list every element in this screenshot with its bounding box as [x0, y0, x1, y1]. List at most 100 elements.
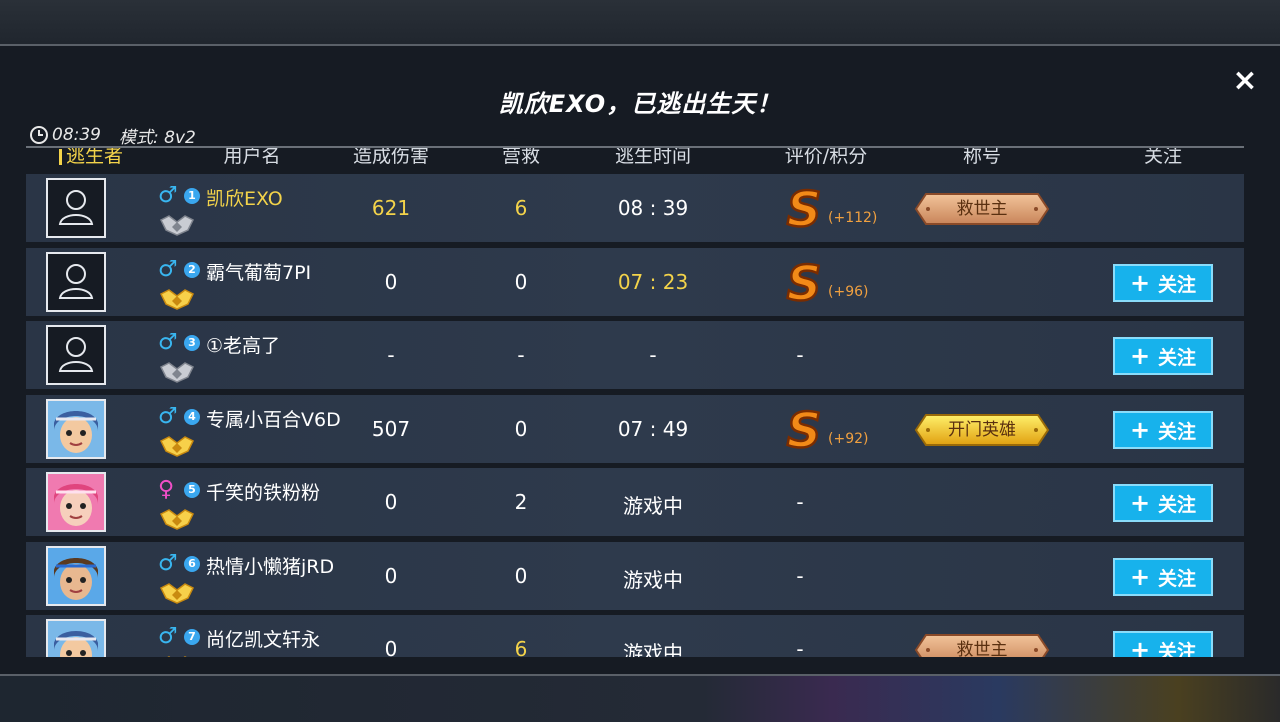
grade-value: -	[796, 343, 804, 367]
match-time: 08:39	[52, 125, 101, 145]
avatar[interactable]	[46, 619, 106, 657]
header-rescue: 营救	[501, 146, 540, 167]
follow-label: 关注	[1158, 420, 1197, 443]
plus-icon: +	[1129, 489, 1151, 517]
avatar[interactable]	[46, 325, 106, 385]
header-username: 用户名	[223, 146, 281, 167]
follow-label: 关注	[1158, 640, 1197, 658]
svg-text:S: S	[787, 184, 822, 232]
honor-title-badge: 开门英雄	[914, 413, 1050, 447]
damage-value: 0	[384, 270, 398, 294]
male-icon: ♂	[158, 404, 178, 429]
username[interactable]: 热情小懒猪jRD	[206, 552, 334, 579]
rank-badge: 3	[184, 335, 200, 351]
male-icon: ♂	[158, 551, 178, 576]
rescue-value: 0	[514, 417, 528, 441]
damage-value: -	[387, 343, 395, 367]
follow-button[interactable]: + 关注	[1113, 411, 1213, 449]
grade-value: -	[796, 637, 804, 657]
honor-title-text: 开门英雄	[948, 420, 1016, 440]
damage-value: 0	[384, 564, 398, 588]
avatar[interactable]	[46, 178, 106, 238]
s-grade-icon: S	[778, 181, 830, 240]
username[interactable]: 凯欣EXO	[206, 184, 283, 211]
username[interactable]: 千笑的铁粉粉	[206, 478, 320, 505]
rank-silver-icon	[159, 212, 195, 236]
rank-gold-icon	[160, 653, 194, 657]
escape-time-value: 游戏中	[623, 494, 683, 518]
header-grade: 评价/积分	[784, 146, 868, 167]
rank-gold-icon	[159, 580, 195, 604]
table-header: 逃生者 用户名 造成伤害 营救 逃生时间 评价/积分 称号 关注	[26, 146, 1244, 170]
male-icon: ♂	[158, 183, 178, 208]
rescue-value: 0	[514, 564, 528, 588]
svg-text:S: S	[787, 405, 822, 453]
grade-value: -	[796, 564, 804, 588]
escape-time-value: -	[649, 343, 657, 367]
bottom-bar	[0, 674, 1280, 722]
rank-badge: 6	[184, 556, 200, 572]
male-icon: ♂	[158, 330, 178, 355]
male-icon: ♂	[158, 257, 178, 282]
table-row: ♀ 5 千笑的铁粉粉 0 2 游戏中 - + 关注	[26, 468, 1244, 536]
honor-title-text: 救世主	[956, 640, 1008, 657]
avatar[interactable]	[46, 399, 106, 459]
header-escapee: 逃生者	[46, 148, 136, 168]
damage-value: 0	[384, 490, 398, 514]
header-title: 称号	[962, 146, 1001, 167]
username[interactable]: ①老高了	[206, 331, 280, 358]
follow-label: 关注	[1158, 567, 1197, 590]
header-damage: 造成伤害	[352, 146, 429, 167]
rank-badge: 1	[184, 188, 200, 204]
follow-button[interactable]: + 关注	[1113, 337, 1213, 375]
rank-gold-icon	[159, 286, 195, 310]
follow-button[interactable]: + 关注	[1113, 264, 1213, 302]
rank-badge: 4	[184, 409, 200, 425]
honor-title-badge: 救世主	[914, 633, 1050, 657]
player-table: ♂ 1 凯欣EXO 621 6 08 : 39 S (+112) 救世主 ♂ 2 霸气葡萄7PI 0 0 0…	[26, 174, 1244, 657]
escape-time-value: 游戏中	[623, 568, 683, 592]
follow-button[interactable]: + 关注	[1113, 484, 1213, 522]
escape-time-value: 07 : 49	[617, 417, 689, 441]
table-row: ♂ 4 专属小百合V6D 507 0 07 : 49 S (+92) 开门英雄 + 关注	[26, 395, 1244, 463]
follow-label: 关注	[1158, 493, 1197, 516]
table-row: ♂ 1 凯欣EXO 621 6 08 : 39 S (+112) 救世主	[26, 174, 1244, 242]
username[interactable]: 尚亿凯文轩永	[206, 625, 320, 652]
points-value: (+96)	[828, 284, 869, 300]
svg-text:S: S	[787, 258, 822, 306]
s-grade-icon: S	[778, 255, 830, 314]
follow-button[interactable]: + 关注	[1113, 631, 1213, 657]
female-icon: ♀	[158, 477, 175, 502]
follow-label: 关注	[1158, 273, 1197, 296]
s-grade-icon: S	[778, 402, 830, 461]
points-value: (+92)	[828, 431, 869, 447]
rank-badge: 7	[184, 629, 200, 645]
follow-button[interactable]: + 关注	[1113, 558, 1213, 596]
rescue-value: 0	[514, 270, 528, 294]
header-follow: 关注	[1143, 146, 1182, 167]
avatar[interactable]	[46, 252, 106, 312]
plus-icon: +	[1129, 563, 1151, 591]
rank-silver-icon	[159, 359, 195, 383]
avatar[interactable]	[46, 546, 106, 606]
plus-icon: +	[1129, 416, 1151, 444]
rescue-value: 6	[514, 196, 528, 220]
damage-value: 507	[371, 417, 411, 441]
rank-gold-icon	[159, 506, 195, 530]
table-row: ♂ 6 热情小懒猪jRD 0 0 游戏中 - + 关注	[26, 542, 1244, 610]
table-row: ♂ 2 霸气葡萄7PI 0 0 07 : 23 S (+96) + 关注	[26, 248, 1244, 316]
table-row: ♂ 3 ①老高了 - - - - + 关注	[26, 321, 1244, 389]
escape-time-value: 08 : 39	[617, 196, 689, 220]
username[interactable]: 专属小百合V6D	[206, 405, 341, 432]
clock-icon	[30, 126, 48, 144]
username[interactable]: 霸气葡萄7PI	[206, 258, 311, 285]
rescue-value: 2	[514, 490, 528, 514]
escape-time-value: 游戏中	[623, 641, 683, 657]
rescue-value: -	[517, 343, 525, 367]
result-title: 凯欣EXO，已逃出生天！	[498, 90, 782, 118]
avatar[interactable]	[46, 472, 106, 532]
plus-icon: +	[1129, 269, 1151, 297]
match-mode: 模式: 8v2	[119, 127, 196, 148]
escape-time-value: 07 : 23	[617, 270, 689, 294]
follow-label: 关注	[1158, 346, 1197, 369]
